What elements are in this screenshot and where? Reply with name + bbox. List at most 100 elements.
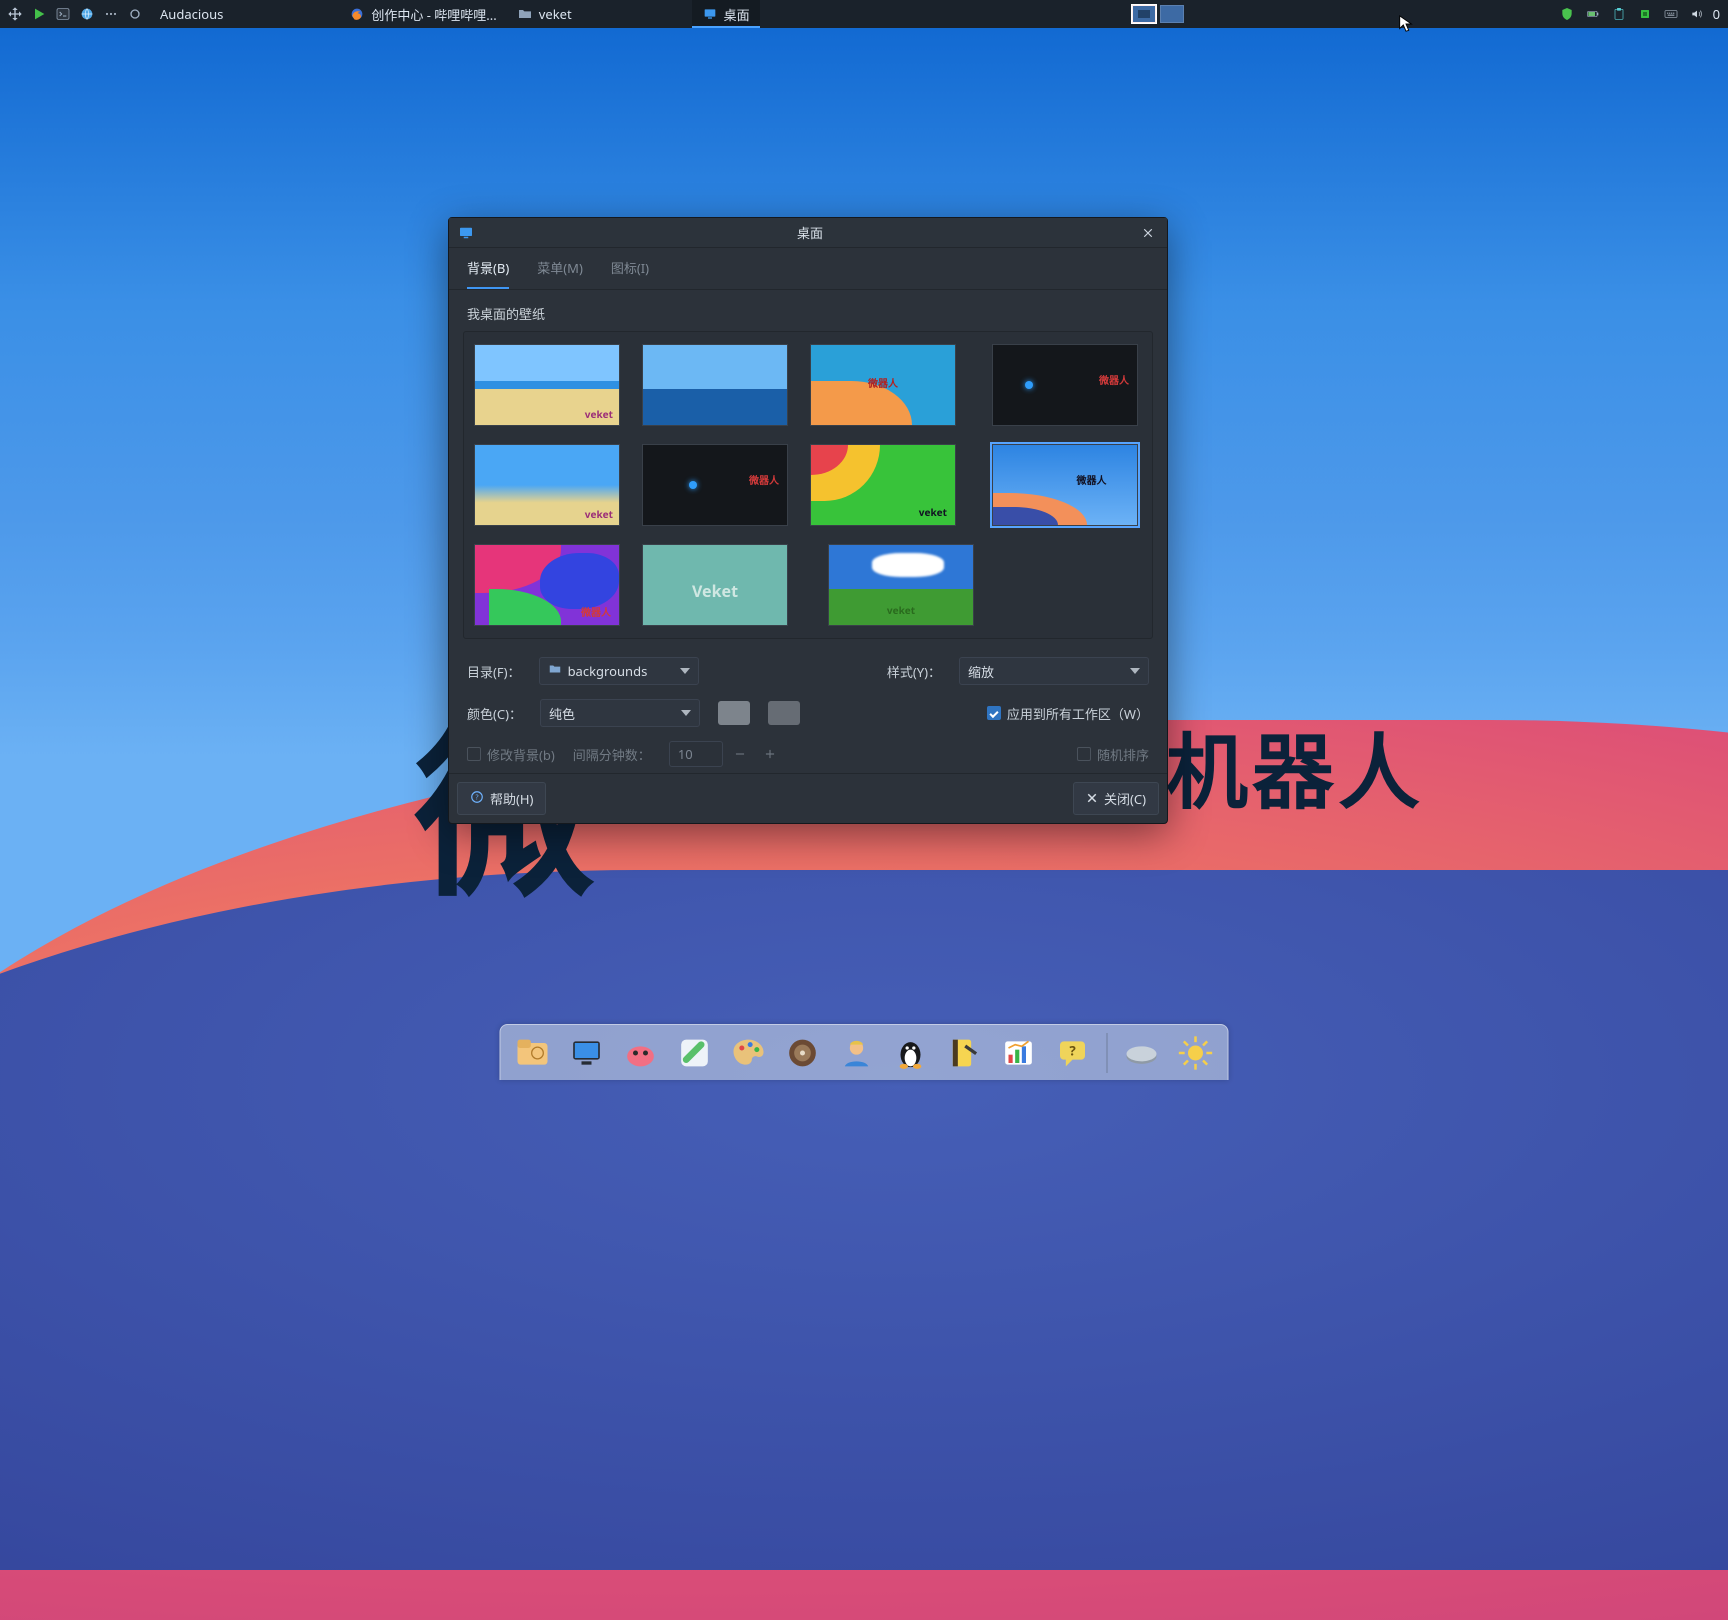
chevron-down-icon	[1130, 668, 1140, 674]
help-icon: ?	[470, 790, 484, 808]
apply-all-workspaces-checkbox[interactable]: 应用到所有工作区（W）	[987, 704, 1149, 723]
modify-bg-label: 修改背景(b)	[487, 745, 555, 764]
dock-paint-icon[interactable]	[673, 1031, 717, 1075]
taskbar-item-desktop-settings[interactable]: 桌面	[692, 0, 760, 28]
style-combo[interactable]: 缩放	[959, 657, 1149, 685]
terminal-icon[interactable]	[52, 3, 74, 25]
checkbox-icon	[1077, 747, 1091, 761]
apply-all-label: 应用到所有工作区（W）	[1007, 704, 1149, 723]
dock-user-icon[interactable]	[835, 1031, 879, 1075]
wallpaper-thumb[interactable]: veket	[810, 444, 956, 526]
play-icon[interactable]	[28, 3, 50, 25]
close-icon	[1086, 790, 1098, 808]
wallpaper-thumb[interactable]: 微器人	[474, 544, 620, 626]
tabs: 背景(B) 菜单(M) 图标(I)	[449, 248, 1167, 290]
dock-palette-icon[interactable]	[727, 1031, 771, 1075]
taskbar-item-filemanager[interactable]: veket	[507, 0, 582, 28]
wallpaper-thumb-selected[interactable]: 微器人	[992, 444, 1138, 526]
mouse-cursor	[1398, 15, 1414, 38]
color-label: 颜色(C)：	[467, 704, 522, 723]
random-order-checkbox[interactable]: 随机排序	[1077, 745, 1149, 764]
dock: ?	[500, 1024, 1229, 1080]
dock-separator	[1107, 1033, 1108, 1073]
folder-icon	[548, 662, 562, 680]
workspace-2[interactable]	[1160, 5, 1184, 23]
dir-combo[interactable]: backgrounds	[539, 657, 699, 685]
task-label: 桌面	[724, 5, 750, 24]
dock-help-icon[interactable]: ?	[1051, 1031, 1095, 1075]
wallpaper-thumb[interactable]: Veket	[642, 544, 788, 626]
clock-partial: 0	[1713, 5, 1720, 23]
dock-drive-icon[interactable]	[1120, 1031, 1164, 1075]
chevron-down-icon	[681, 710, 691, 716]
display-icon	[702, 6, 718, 22]
shield-icon[interactable]	[1557, 4, 1577, 24]
wallpaper-thumb[interactable]	[642, 344, 788, 426]
workspace-1[interactable]	[1132, 5, 1156, 23]
modify-background-checkbox[interactable]: 修改背景(b)	[467, 745, 555, 764]
dock-screenshot-icon[interactable]	[565, 1031, 609, 1075]
task-label: 创作中心 - 哔哩哔哩...	[371, 5, 496, 24]
style-label: 样式(Y)：	[887, 662, 941, 681]
wallpaper-thumb[interactable]: veket	[828, 544, 974, 626]
taskbar-item-browser[interactable]: 创作中心 - 哔哩哔哩...	[339, 0, 506, 28]
wallpaper-thumb[interactable]: veket	[474, 444, 620, 526]
interval-label: 间隔分钟数：	[573, 745, 651, 764]
interval-input[interactable]: 10	[669, 741, 723, 767]
color-mode-value: 纯色	[549, 704, 575, 723]
help-label: 帮助(H)	[490, 789, 533, 808]
keyboard-icon[interactable]	[1661, 4, 1681, 24]
close-label: 关闭(C)	[1104, 789, 1146, 808]
style-value: 缩放	[968, 662, 994, 681]
svg-text:?: ?	[475, 793, 478, 802]
window-icon	[457, 224, 475, 242]
dock-media-icon[interactable]	[781, 1031, 825, 1075]
firefox-icon	[349, 6, 365, 22]
svg-text:?: ?	[1069, 1041, 1076, 1059]
battery-icon[interactable]	[1583, 4, 1603, 24]
dir-value: backgrounds	[568, 662, 648, 680]
dock-brightness-icon[interactable]	[1174, 1031, 1218, 1075]
titlebar[interactable]: 桌面	[449, 218, 1167, 248]
help-button[interactable]: ? 帮助(H)	[457, 782, 546, 815]
clipboard-icon[interactable]	[1609, 4, 1629, 24]
wallpaper-thumb[interactable]: veket	[474, 344, 620, 426]
wallpaper-thumb[interactable]: 微器人	[810, 344, 956, 426]
current-app-icon	[124, 3, 146, 25]
tab-icons[interactable]: 图标(I)	[611, 258, 649, 289]
dock-notes-icon[interactable]	[943, 1031, 987, 1075]
task-label: veket	[539, 5, 572, 23]
dir-label: 目录(F)：	[467, 662, 521, 681]
wallpaper-thumb[interactable]: 微器人	[992, 344, 1138, 426]
wallpaper-grid: veket 微器人 微器人 veket 微器人 veket	[463, 331, 1153, 639]
color-mode-combo[interactable]: 纯色	[540, 699, 700, 727]
top-panel: Audacious 创作中心 - 哔哩哔哩... veket 桌面 0	[0, 0, 1728, 28]
dock-game-icon[interactable]	[619, 1031, 663, 1075]
tab-background[interactable]: 背景(B)	[467, 258, 509, 289]
color-swatch-1[interactable]	[718, 701, 750, 725]
close-icon[interactable]	[1137, 222, 1159, 244]
chip-icon[interactable]	[1635, 4, 1655, 24]
dock-files-icon[interactable]	[511, 1031, 555, 1075]
folder-icon	[517, 6, 533, 22]
wallpaper-thumb[interactable]: 微器人	[642, 444, 788, 526]
taskbar-item-audacious[interactable]: Audacious	[150, 0, 233, 28]
window-title: 桌面	[483, 223, 1137, 242]
wallpaper-text-right: 机器人	[1166, 706, 1424, 826]
increment-button[interactable]	[757, 741, 783, 767]
desktop-settings-window: 桌面 背景(B) 菜单(M) 图标(I) 我桌面的壁纸 veket 微器人 微器…	[448, 217, 1168, 824]
section-label: 我桌面的壁纸	[449, 290, 1167, 331]
volume-icon[interactable]	[1687, 4, 1707, 24]
tab-menu[interactable]: 菜单(M)	[537, 258, 583, 289]
color-swatch-2[interactable]	[768, 701, 800, 725]
menu-icon[interactable]	[4, 3, 26, 25]
dock-chart-icon[interactable]	[997, 1031, 1041, 1075]
close-button[interactable]: 关闭(C)	[1073, 782, 1159, 815]
checkbox-icon	[467, 747, 481, 761]
dock-penguin-icon[interactable]	[889, 1031, 933, 1075]
more-icon[interactable]	[100, 3, 122, 25]
random-label: 随机排序	[1097, 745, 1149, 764]
chevron-down-icon	[680, 668, 690, 674]
globe-icon[interactable]	[76, 3, 98, 25]
decrement-button[interactable]	[727, 741, 753, 767]
